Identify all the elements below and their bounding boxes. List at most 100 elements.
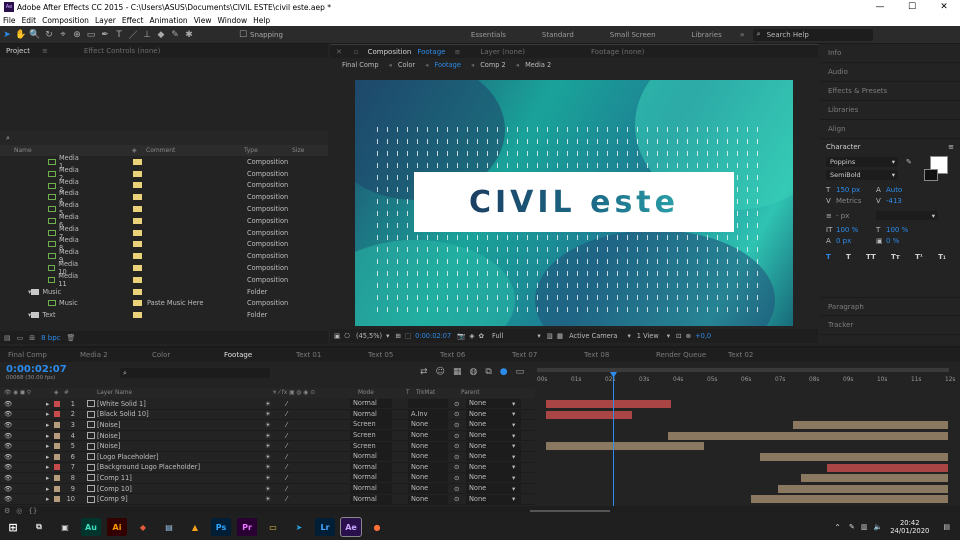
label-swatch[interactable] [133,158,142,165]
panel-paragraph[interactable]: Paragraph [820,297,960,316]
network-icon[interactable]: ▥ [861,523,868,531]
tab-composition[interactable]: Composition [368,48,412,56]
current-time[interactable]: 0:00:02:07 [415,332,451,340]
transparency-grid-icon[interactable]: ▦ [557,332,563,340]
layer-duration-bar[interactable] [760,453,948,461]
layer-label-swatch[interactable] [54,464,60,471]
label-swatch[interactable] [133,312,142,319]
pickwhip-icon[interactable]: ⊙ [454,421,460,429]
tab-composition-footage[interactable]: Footage [417,48,445,56]
windows-start-icon[interactable]: ⊞ [3,518,23,536]
reset-exposure-icon[interactable]: ⊗ [686,332,692,340]
eye-icon[interactable]: 👁 [4,442,12,450]
mode-select[interactable]: Screen [350,441,392,451]
faux-italic-icon[interactable]: T [846,253,851,261]
maximize-icon[interactable]: ☐ [896,2,928,12]
trkmat-select[interactable]: None [408,494,448,504]
panel-menu-icon[interactable]: ≡ [454,48,460,56]
quality-switch-icon[interactable]: ⁄ [286,442,287,450]
playhead[interactable] [613,372,614,506]
search-help-input[interactable]: ⌕ Search Help [752,28,873,41]
trkmat-select[interactable]: None [408,462,448,472]
timeline-tab[interactable]: Text 02 [720,351,792,359]
panel-effects-presets[interactable]: Effects & Presets [820,82,960,101]
trkmat-select[interactable]: A.Inv [408,409,448,419]
layer-name[interactable]: [Comp 9] [97,495,128,503]
timeline-tab[interactable]: Render Queue [648,351,720,359]
layer-row[interactable]: 👁 ▸ 10 [Comp 9] ☀ ⁄ Normal None ⊙ None ▾ [0,494,535,505]
pickwhip-icon[interactable]: ⊙ [454,410,460,418]
trkmat-select[interactable]: None [408,431,448,441]
layer-label-swatch[interactable] [54,496,60,503]
layer-name[interactable]: [Noise] [97,442,120,450]
menu-composition[interactable]: Composition [42,16,89,25]
minimize-icon[interactable]: — [864,2,896,12]
pen-tool-icon[interactable]: ✒ [98,28,112,42]
layer-name[interactable]: [Logo Placeholder] [97,453,159,461]
label-swatch[interactable] [133,241,142,248]
label-swatch[interactable] [133,253,142,260]
layer-name[interactable]: [Comp 11] [97,474,132,482]
photoshop-icon[interactable]: Ps [211,518,231,536]
panel-menu-icon[interactable]: ≡ [948,143,954,151]
pickwhip-icon[interactable]: ⊙ [454,432,460,440]
edge-icon[interactable]: ▣ [55,518,75,536]
shy-switch-icon[interactable]: ☀ [265,400,271,408]
font-family-select[interactable]: Poppins ▾ [826,157,898,167]
clone-stamp-tool-icon[interactable]: ⊥ [140,28,154,42]
views-select[interactable]: 1 View [637,332,659,340]
menu-animation[interactable]: Animation [149,16,187,25]
folder-row[interactable]: ▾ Text Folder [0,309,328,321]
camera-tool-icon[interactable]: ⌖ [56,28,70,42]
layer-row[interactable]: 👁 ▸ 3 [Noise] ☀ ⁄ Screen None ⊙ None ▾ [0,420,535,431]
delete-icon[interactable]: 🗑 [67,334,76,342]
quality-switch-icon[interactable]: ⁄ [286,400,287,408]
expand-icon[interactable]: ▸ [46,442,49,450]
expand-icon[interactable]: ▸ [46,432,49,440]
layer-duration-bar[interactable] [827,463,948,472]
notifications-icon[interactable]: ▤ [943,523,950,531]
layer-row[interactable]: 👁 ▸ 6 [Logo Placeholder] ☀ ⁄ Normal None ⊙ None ▾ [0,452,535,463]
mode-select[interactable]: Screen [350,420,392,430]
layer-duration-bar[interactable] [751,495,948,504]
crumb-color[interactable]: Color [398,61,415,69]
tray-chevron-icon[interactable]: ⌃ [834,523,841,532]
telegram-icon[interactable]: ➤ [289,518,309,536]
lock-icon[interactable]: ▫ [354,48,359,56]
illustrator-icon[interactable]: Ai [107,518,127,536]
all-caps-icon[interactable]: TT [866,253,876,261]
layer-duration-bar[interactable] [801,474,948,483]
close-icon[interactable]: ✕ [928,2,960,12]
expand-icon[interactable]: ▸ [46,410,49,418]
graph-editor-icon[interactable]: ⧉ [485,367,491,377]
layer-duration-bar[interactable] [546,400,671,408]
pickwhip-icon[interactable]: ⊙ [454,400,460,408]
timeline-tab[interactable]: Text 06 [432,351,504,359]
shy-switch-icon[interactable]: ☀ [265,421,271,429]
trkmat-select[interactable] [408,399,448,409]
eye-icon[interactable]: 👁 [4,432,12,440]
timeline-tab[interactable]: Media 2 [72,351,144,359]
menu-window[interactable]: Window [218,16,248,25]
eye-icon[interactable]: 👁 [4,485,12,493]
layer-duration-bar[interactable] [546,410,632,419]
notes-icon[interactable]: ▤ [159,518,179,536]
quality-switch-icon[interactable]: ⁄ [286,453,287,461]
pickwhip-icon[interactable]: ⊙ [454,485,460,493]
label-swatch[interactable] [133,194,142,201]
shy-icon[interactable]: ☺ [436,367,445,377]
shy-switch-icon[interactable]: ☀ [265,485,271,493]
expand-icon[interactable]: ▸ [46,474,49,482]
rotate-tool-icon[interactable]: ↻ [42,28,56,42]
premiere-icon[interactable]: Pr [237,518,257,536]
label-swatch[interactable] [133,229,142,236]
quality-switch-icon[interactable]: ⁄ [286,410,287,418]
workspace-essentials[interactable]: Essentials [471,31,506,39]
tab-project[interactable]: Project [6,47,30,55]
file-explorer-icon[interactable]: ▭ [263,518,283,536]
eyedropper-icon[interactable]: ✎ [906,158,912,166]
kerning-value[interactable]: Metrics [836,197,876,205]
layer-row[interactable]: 👁 ▸ 2 [Black Solid 10] ☀ ⁄ Normal A.Inv ⊙ None ▾ [0,409,535,421]
render-icon[interactable]: ▭ [516,367,525,377]
layer-name[interactable]: [White Solid 1] [97,400,146,408]
